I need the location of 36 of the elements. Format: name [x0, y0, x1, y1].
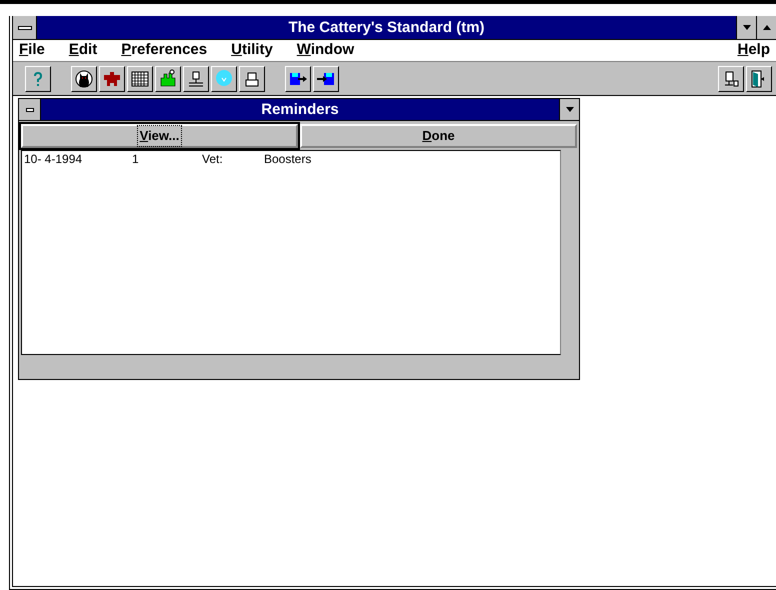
menu-item[interactable]: Edit — [68, 39, 98, 62]
system-menu-button[interactable] — [13, 16, 37, 39]
maximize-button[interactable] — [756, 16, 776, 39]
system-menu-button[interactable] — [19, 99, 41, 120]
dialog-button[interactable]: View... — [21, 124, 298, 148]
toolbar-button[interactable] — [239, 66, 265, 92]
cat-icon — [74, 68, 94, 88]
minimize-button[interactable] — [559, 99, 579, 120]
toolbar-button[interactable] — [313, 66, 339, 92]
down-triangle-icon — [742, 25, 750, 30]
window-title: The Cattery's Standard (tm) — [287, 18, 486, 38]
toolbar-button[interactable] — [285, 66, 311, 92]
table-cell-text: 1 — [131, 151, 140, 167]
toolbar-button[interactable] — [746, 66, 772, 92]
minimize-button[interactable] — [736, 16, 756, 39]
toolbar-button[interactable] — [155, 66, 181, 92]
menu-item[interactable]: Preferences — [121, 39, 208, 62]
toolbar-button[interactable] — [25, 66, 51, 92]
table-cell-text: Boosters — [263, 151, 312, 167]
grid-icon — [130, 68, 150, 88]
menu-item[interactable]: File — [19, 39, 45, 62]
toolbar-button[interactable] — [211, 66, 237, 92]
window-title: Reminders — [260, 100, 340, 120]
toolbar-button[interactable] — [99, 66, 125, 92]
up-triangle-icon — [762, 25, 770, 30]
toolbar-button[interactable] — [127, 66, 153, 92]
toolbar-button[interactable] — [718, 66, 744, 92]
menu-item[interactable]: Utility — [231, 39, 273, 62]
menu-item[interactable]: Help — [737, 39, 770, 62]
toolbar-button[interactable] — [183, 66, 209, 92]
dialog-button[interactable]: Done — [300, 124, 577, 148]
down-triangle-icon — [566, 107, 574, 112]
menu-item[interactable]: Window — [296, 39, 354, 62]
table-cell-text: Vet: — [201, 151, 224, 167]
toolbar-button[interactable] — [71, 66, 97, 92]
table-cell-text: 10- 4-1994 — [23, 151, 84, 167]
